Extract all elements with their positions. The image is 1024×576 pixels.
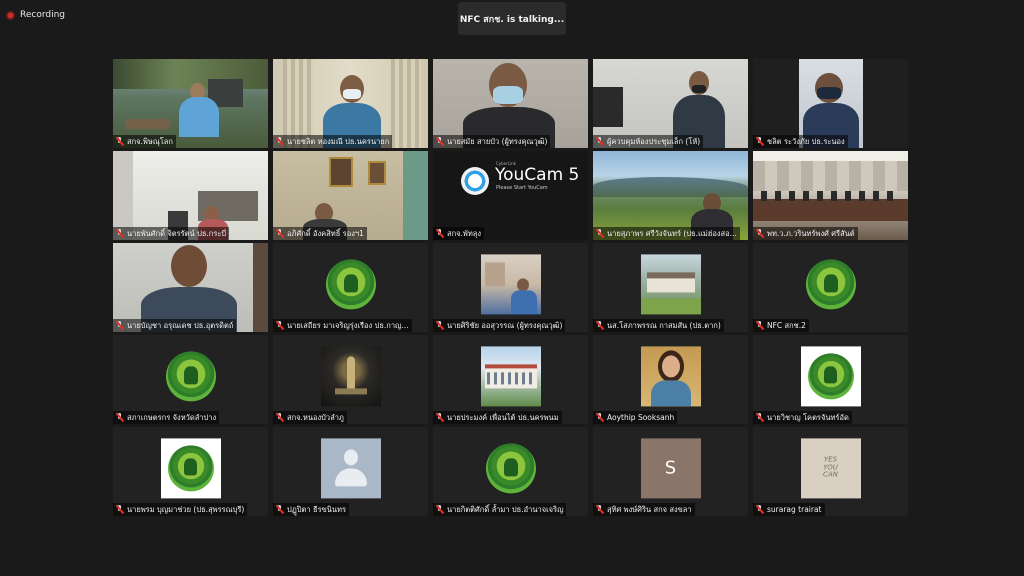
- mic-muted-icon: [595, 505, 604, 514]
- participant-name: นายพรม บุญมาช่วย (ปธ.สุพรรณบุรี): [127, 504, 245, 514]
- profile-photo: [320, 345, 381, 406]
- participant-tile[interactable]: นายพรม บุญมาช่วย (ปธ.สุพรรณบุรี): [113, 427, 268, 516]
- participant-name: นายชลิต ทองมณี ปธ.นครนายก: [287, 136, 390, 146]
- mic-muted-icon: [595, 413, 604, 422]
- participant-name: Aoythip Sooksanh: [607, 413, 675, 422]
- participant-tile[interactable]: YES YOU CAN surarag trairat: [753, 427, 908, 516]
- active-speaker-text: NFC สกช. is talking...: [459, 14, 565, 25]
- participant-name: นายสุภาพร ศรีวังจันทร์ (ปธ.แม่ฮ่องสอ...: [607, 228, 737, 238]
- participant-name: นายประมงค์ เพื่อนไต้ ปธ.นครพนม: [447, 412, 559, 422]
- mic-muted-icon: [115, 229, 124, 238]
- participant-tile[interactable]: นายวิชาญ โคตรจันทร์อัด: [753, 335, 908, 424]
- participant-name: นายกิตติศักดิ์ ล้ำมา ปธ.อำนาจเจริญ: [447, 504, 564, 514]
- mic-muted-icon: [755, 137, 764, 146]
- mic-muted-icon: [755, 505, 764, 514]
- mic-muted-icon: [595, 137, 604, 146]
- mic-muted-icon: [435, 137, 444, 146]
- default-avatar-icon: [320, 437, 381, 498]
- participant-tile[interactable]: นายศิริชัย ออสุวรรณ (ผู้ทรงคุณวุฒิ): [433, 243, 588, 332]
- profile-photo: [480, 253, 541, 314]
- mic-muted-icon: [275, 321, 284, 330]
- participant-tile[interactable]: นายบัญชา อรุณเดช ปธ.อุตรดิตถ์: [113, 243, 268, 332]
- youcam-icon: [461, 167, 489, 195]
- mic-muted-icon: [755, 413, 764, 422]
- participant-name: อภิศักดิ์ อังคสิทธิ์ รองฯ1: [287, 228, 364, 238]
- mic-muted-icon: [435, 413, 444, 422]
- mic-muted-icon: [275, 413, 284, 422]
- participant-name: surarag trairat: [767, 505, 822, 514]
- participant-tile[interactable]: ผู้ควบคุมห้องประชุมเล็ก (โห้): [593, 59, 748, 148]
- mic-muted-icon: [755, 229, 764, 238]
- participant-tile[interactable]: นายกิตติศักดิ์ ล้ำมา ปธ.อำนาจเจริญ: [433, 427, 588, 516]
- mic-muted-icon: [115, 137, 124, 146]
- participant-name: นายวิชาญ โคตรจันทร์อัด: [767, 412, 849, 422]
- participant-tile[interactable]: CyberLink YouCam 5 Please Start YouCam ส…: [433, 151, 588, 240]
- youcam-title: YouCam 5: [495, 165, 580, 185]
- council-logo-icon: [320, 253, 381, 314]
- council-logo-icon: [160, 437, 221, 498]
- participant-tile[interactable]: ปฏูปิตา ธีรขนินทร: [273, 427, 428, 516]
- mic-muted-icon: [275, 137, 284, 146]
- participant-name: ชลิต ระวังภัย ปธ.ระนอง: [767, 136, 845, 146]
- profile-photo: [480, 345, 541, 406]
- recording-label: Recording: [20, 10, 66, 20]
- participant-tile[interactable]: อภิศักดิ์ อังคสิทธิ์ รองฯ1: [273, 151, 428, 240]
- participant-tile[interactable]: สกจ.พิษณุโลก: [113, 59, 268, 148]
- participant-tile[interactable]: สภาเกษตรกร จังหวัดลำปาง: [113, 335, 268, 424]
- participant-tile[interactable]: S สุทิศ พงษ์ศิริน สกจ สงขลา: [593, 427, 748, 516]
- council-logo-icon: [160, 345, 221, 406]
- participant-name: ปฏูปิตา ธีรขนินทร: [287, 504, 346, 514]
- mic-muted-icon: [275, 229, 284, 238]
- participant-name: สภาเกษตรกร จังหวัดลำปาง: [127, 412, 217, 422]
- council-logo-icon: [800, 253, 861, 314]
- profile-photo-text: YES YOU CAN: [823, 455, 838, 479]
- participant-name: นายบัญชา อรุณเดช ปธ.อุตรดิตถ์: [127, 320, 234, 330]
- participant-name: พท.ว.ภ.วรินทร์พงศ์ ศรีสันต์: [767, 228, 855, 238]
- participant-tile[interactable]: สกจ.หนองบัวลำภู: [273, 335, 428, 424]
- gallery-grid: สกจ.พิษณุโลก นายชลิต ทองมณี ปธ.นครนายก น…: [113, 59, 908, 516]
- mic-muted-icon: [115, 505, 124, 514]
- youcam-subtitle: Please Start YouCam: [496, 185, 548, 191]
- mic-muted-icon: [595, 321, 604, 330]
- participant-tile[interactable]: ชลิต ระวังภัย ปธ.ระนอง: [753, 59, 908, 148]
- profile-photo: [640, 253, 701, 314]
- active-speaker-banner: NFC สกช. is talking...: [458, 2, 566, 35]
- participant-tile[interactable]: Aoythip Sooksanh: [593, 335, 748, 424]
- participant-tile[interactable]: พท.ว.ภ.วรินทร์พงศ์ ศรีสันต์: [753, 151, 908, 240]
- mic-muted-icon: [115, 321, 124, 330]
- participant-tile[interactable]: NFC สกช.2: [753, 243, 908, 332]
- council-logo-icon: [800, 345, 861, 406]
- participant-tile[interactable]: นายประมงค์ เพื่อนไต้ ปธ.นครพนม: [433, 335, 588, 424]
- recording-dot-icon: [6, 10, 15, 20]
- profile-photo: [640, 345, 701, 406]
- mic-muted-icon: [755, 321, 764, 330]
- profile-photo: YES YOU CAN: [800, 437, 861, 498]
- participant-name: นส.โสภาพรรณ กาสมสัน (ปธ.ตาก): [607, 320, 721, 330]
- participant-name: สกจ.หนองบัวลำภู: [287, 412, 344, 422]
- recording-indicator: Recording: [6, 8, 65, 22]
- participant-tile[interactable]: นายพันศักดิ์ จิตรรัตน์ ปธ.กระบี่: [113, 151, 268, 240]
- participant-name: นายเสถียร มาเจริญรุ่งเรือง ปธ.กาญ...: [287, 320, 409, 330]
- participant-tile[interactable]: นายสุภาพร ศรีวังจันทร์ (ปธ.แม่ฮ่องสอ...: [593, 151, 748, 240]
- participant-name: ผู้ควบคุมห้องประชุมเล็ก (โห้): [607, 136, 701, 146]
- participant-tile[interactable]: นายเสถียร มาเจริญรุ่งเรือง ปธ.กาญ...: [273, 243, 428, 332]
- participant-name: นายสมัย สายบัว (ผู้ทรงคุณวุฒิ): [447, 136, 548, 146]
- initial-avatar: S: [640, 437, 701, 498]
- participant-tile[interactable]: นส.โสภาพรรณ กาสมสัน (ปธ.ตาก): [593, 243, 748, 332]
- participant-name: นายศิริชัย ออสุวรรณ (ผู้ทรงคุณวุฒิ): [447, 320, 563, 330]
- mic-muted-icon: [115, 413, 124, 422]
- council-logo-icon: [480, 437, 541, 498]
- participant-name: นายพันศักดิ์ จิตรรัตน์ ปธ.กระบี่: [127, 228, 227, 238]
- participant-name: สกจ.พัทลุง: [447, 228, 482, 238]
- mic-muted-icon: [435, 505, 444, 514]
- participant-tile[interactable]: นายชลิต ทองมณี ปธ.นครนายก: [273, 59, 428, 148]
- participant-tile[interactable]: นายสมัย สายบัว (ผู้ทรงคุณวุฒิ): [433, 59, 588, 148]
- mic-muted-icon: [435, 229, 444, 238]
- mic-muted-icon: [435, 321, 444, 330]
- participant-name: สุทิศ พงษ์ศิริน สกจ สงขลา: [607, 504, 692, 514]
- mic-muted-icon: [595, 229, 604, 238]
- participant-name: สกจ.พิษณุโลก: [127, 136, 173, 146]
- participant-name: NFC สกช.2: [767, 320, 806, 330]
- mic-muted-icon: [275, 505, 284, 514]
